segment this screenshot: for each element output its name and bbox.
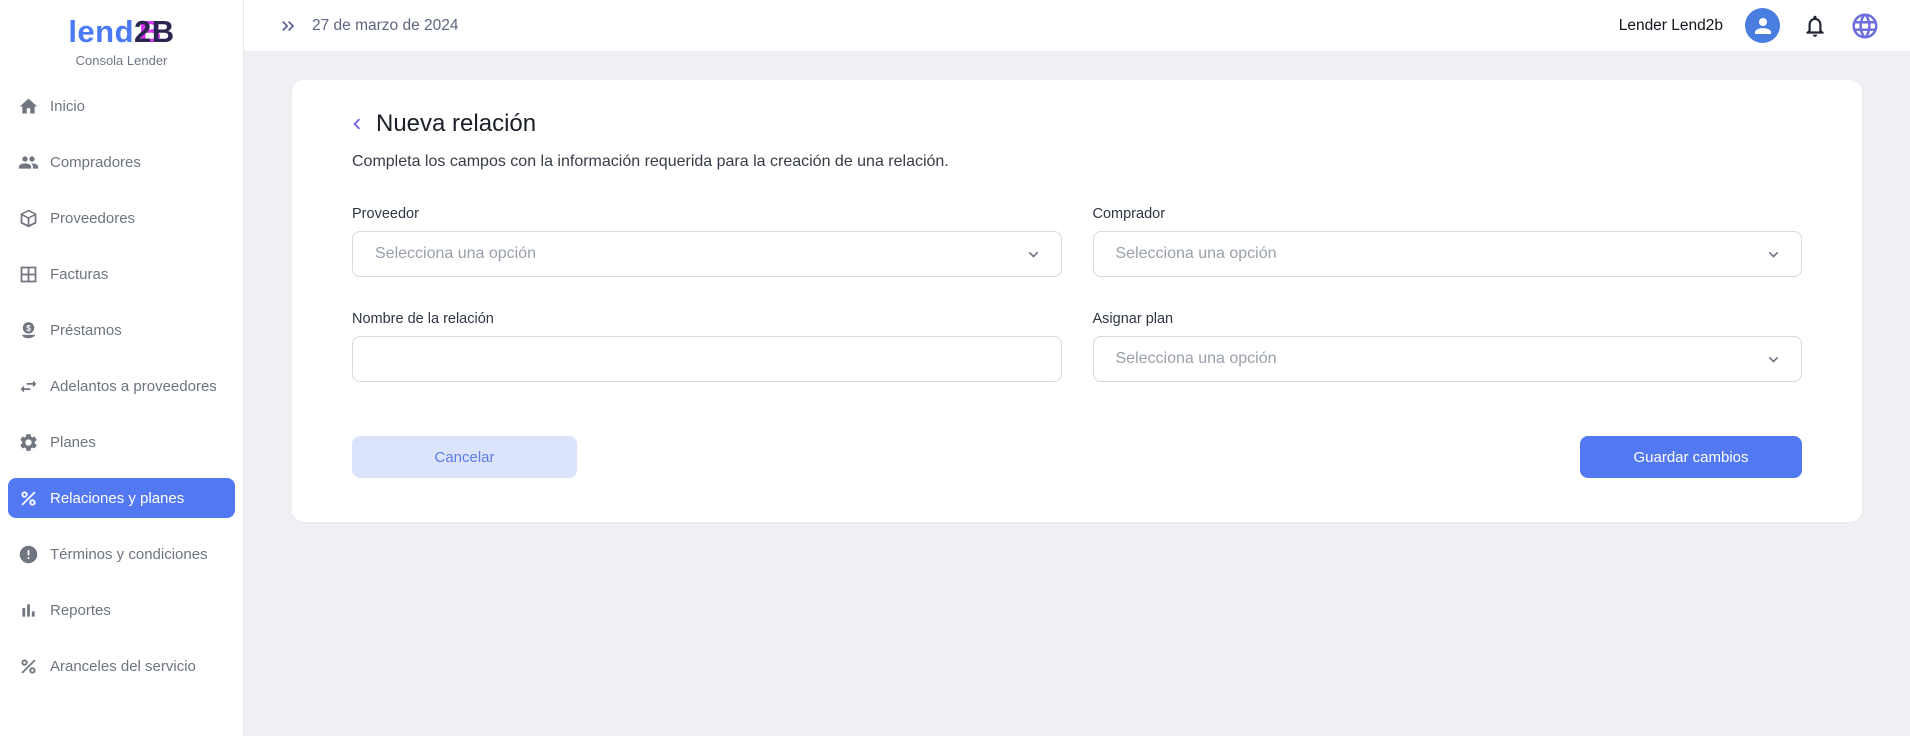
gear-icon bbox=[18, 432, 39, 453]
brand-logo: lend2BB bbox=[68, 14, 174, 50]
brand-subtitle: Consola Lender bbox=[0, 53, 243, 68]
double-chevron-icon[interactable] bbox=[278, 16, 298, 36]
svg-text:$: $ bbox=[26, 322, 31, 332]
brand-logo-blue: lend bbox=[68, 14, 134, 49]
sidebar-item-planes[interactable]: Planes bbox=[8, 422, 235, 462]
chevron-down-icon bbox=[1764, 245, 1783, 264]
comprador-placeholder: Selecciona una opción bbox=[1116, 245, 1277, 263]
back-button[interactable] bbox=[346, 113, 368, 135]
sidebar-item-prestamos[interactable]: $ Préstamos bbox=[8, 310, 235, 350]
sidebar-item-inicio[interactable]: Inicio bbox=[8, 86, 235, 126]
form-description: Completa los campos con la información r… bbox=[352, 153, 1802, 171]
topbar: 27 de marzo de 2024 Lender Lend2b bbox=[244, 0, 1910, 51]
topbar-right: Lender Lend2b bbox=[1619, 8, 1880, 43]
percent-icon bbox=[18, 488, 39, 509]
user-name: Lender Lend2b bbox=[1619, 17, 1723, 35]
asignar-plan-placeholder: Selecciona una opción bbox=[1116, 350, 1277, 368]
sidebar-item-reportes[interactable]: Reportes bbox=[8, 590, 235, 630]
brand: lend2BB Consola Lender bbox=[0, 0, 243, 68]
sidebar: lend2BB Consola Lender Inicio Compradore… bbox=[0, 0, 244, 736]
cancel-button[interactable]: Cancelar bbox=[352, 436, 577, 478]
asignar-plan-label: Asignar plan bbox=[1093, 311, 1803, 327]
percent-icon bbox=[18, 656, 39, 677]
content: Nueva relación Completa los campos con l… bbox=[244, 51, 1910, 551]
grid-icon bbox=[18, 264, 39, 285]
brand-logo-dark: 2BB bbox=[134, 14, 175, 49]
form-grid: Proveedor Selecciona una opción Comprado… bbox=[352, 206, 1802, 382]
sidebar-item-facturas[interactable]: Facturas bbox=[8, 254, 235, 294]
loan-icon: $ bbox=[18, 320, 39, 341]
swap-icon bbox=[18, 376, 39, 397]
new-relation-card: Nueva relación Completa los campos con l… bbox=[292, 80, 1862, 522]
date-label: 27 de marzo de 2024 bbox=[312, 17, 459, 35]
field-asignar-plan: Asignar plan Selecciona una opción bbox=[1093, 311, 1803, 382]
sidebar-item-aranceles-servicio[interactable]: Aranceles del servicio bbox=[8, 646, 235, 686]
comprador-select[interactable]: Selecciona una opción bbox=[1093, 231, 1803, 277]
proveedor-label: Proveedor bbox=[352, 206, 1062, 222]
home-icon bbox=[18, 96, 39, 117]
asignar-plan-select[interactable]: Selecciona una opción bbox=[1093, 336, 1803, 382]
chevron-down-icon bbox=[1024, 245, 1043, 264]
proveedor-placeholder: Selecciona una opción bbox=[375, 245, 536, 263]
package-icon bbox=[18, 208, 39, 229]
alert-circle-icon bbox=[18, 544, 39, 565]
card-header: Nueva relación bbox=[352, 108, 1802, 140]
field-nombre-relacion: Nombre de la relación bbox=[352, 311, 1062, 382]
page-title: Nueva relación bbox=[376, 108, 536, 140]
sidebar-item-adelantos-proveedores[interactable]: Adelantos a proveedores bbox=[8, 366, 235, 406]
form-actions: Cancelar Guardar cambios bbox=[352, 436, 1802, 478]
person-icon bbox=[1751, 14, 1775, 38]
globe-icon[interactable] bbox=[1850, 11, 1880, 41]
sidebar-item-relaciones-y-planes[interactable]: Relaciones y planes bbox=[8, 478, 235, 518]
sidebar-item-terminos-condiciones[interactable]: Términos y condiciones bbox=[8, 534, 235, 574]
sidebar-nav: Inicio Compradores Proveedores Facturas … bbox=[0, 86, 243, 686]
avatar[interactable] bbox=[1745, 8, 1780, 43]
bar-chart-icon bbox=[18, 600, 39, 621]
proveedor-select[interactable]: Selecciona una opción bbox=[352, 231, 1062, 277]
comprador-label: Comprador bbox=[1093, 206, 1803, 222]
save-button[interactable]: Guardar cambios bbox=[1580, 436, 1802, 478]
sidebar-item-compradores[interactable]: Compradores bbox=[8, 142, 235, 182]
relation-name-input[interactable] bbox=[352, 336, 1062, 382]
chevron-down-icon bbox=[1764, 350, 1783, 369]
bell-icon[interactable] bbox=[1802, 13, 1828, 39]
people-icon bbox=[18, 152, 39, 173]
nombre-relacion-label: Nombre de la relación bbox=[352, 311, 1062, 327]
field-comprador: Comprador Selecciona una opción bbox=[1093, 206, 1803, 277]
sidebar-item-proveedores[interactable]: Proveedores bbox=[8, 198, 235, 238]
field-proveedor: Proveedor Selecciona una opción bbox=[352, 206, 1062, 277]
